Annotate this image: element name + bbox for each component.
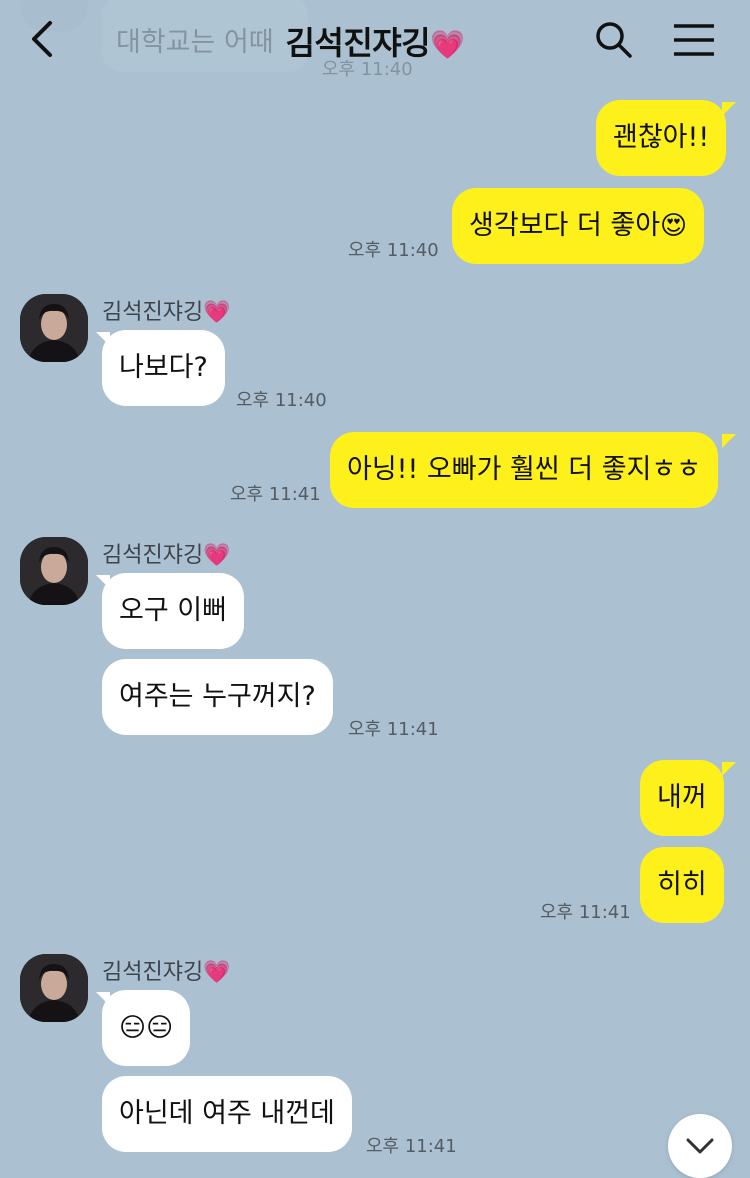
my-message-bubble[interactable]: 아닝!! 오빠가 훨씬 더 좋지ㅎㅎ (330, 432, 719, 508)
profile-photo (20, 537, 88, 605)
my-message-bubble[interactable]: 내꺼 (640, 760, 724, 836)
their-message-bubble[interactable]: 😑😑 (102, 990, 191, 1066)
my-message-bubble[interactable]: 생각보다 더 좋아😍 (452, 188, 705, 264)
their-message-bubble[interactable]: 여주는 누구꺼지? (102, 659, 333, 735)
avatar[interactable] (20, 294, 88, 362)
hamburger-menu-icon (674, 24, 714, 56)
bubble-tail (722, 102, 736, 116)
message-time: 오후 11:41 (348, 719, 439, 740)
message-text: 나보다? (119, 352, 208, 383)
message-text: 아닝!! 오빠가 훨씬 더 좋지ㅎㅎ (347, 454, 702, 485)
scroll-to-bottom-button[interactable] (668, 1114, 732, 1178)
message-time: 오후 11:41 (230, 484, 321, 505)
sender-name-text: 김석진쟈깅 (102, 960, 204, 985)
heart-icon: 💗 (430, 28, 465, 61)
sender-name: 김석진쟈깅💗 (102, 954, 231, 986)
message-time: 오후 11:41 (366, 1136, 457, 1157)
search-button[interactable] (588, 14, 640, 66)
avatar[interactable] (20, 537, 88, 605)
heart-icon: 💗 (203, 300, 231, 325)
message-text-faded: 대학교는 어때 (116, 27, 274, 58)
their-message-bubble[interactable]: 아닌데 여주 내껀데 (102, 1076, 352, 1152)
my-message-bubble[interactable]: 괜찮아!! (596, 100, 727, 176)
heart-icon: 💗 (203, 543, 231, 568)
bubble-tail (722, 762, 736, 776)
chevron-down-icon (686, 1138, 714, 1154)
message-text: 오구 이뻐 (119, 595, 227, 626)
sender-name-text: 김석진쟈깅 (102, 300, 204, 325)
message-time: 오후 11:40 (348, 240, 439, 261)
their-message-bubble[interactable]: 오구 이뻐 (102, 573, 244, 649)
bubble-tail (96, 992, 110, 1006)
heart-icon: 💗 (203, 960, 231, 985)
their-message-bubble[interactable]: 나보다? (102, 330, 225, 406)
sender-name-text: 김석진쟈깅 (102, 543, 204, 568)
heart-eyes-emoji-icon: 😍 (660, 211, 688, 241)
message-time: 오후 11:40 (236, 390, 327, 411)
message-time-faded: 오후 11:40 (322, 59, 413, 80)
message-time: 오후 11:41 (540, 902, 631, 923)
menu-button[interactable] (668, 14, 720, 66)
message-text: 괜찮아!! (613, 122, 710, 153)
bubble-tail (96, 332, 110, 346)
expressionless-emoji-icon: 😑😑 (119, 1013, 174, 1043)
bubble-tail (96, 575, 110, 589)
message-text: 여주는 누구꺼지? (119, 681, 316, 712)
avatar[interactable] (20, 954, 88, 1022)
sender-name: 김석진쟈깅💗 (102, 294, 231, 326)
profile-photo (20, 954, 88, 1022)
message-text: 내꺼 (657, 782, 707, 813)
message-text: 히히 (657, 869, 707, 900)
my-message-bubble[interactable]: 히히 (640, 847, 724, 923)
message-text: 아닌데 여주 내껀데 (119, 1098, 335, 1129)
bubble-tail (722, 434, 736, 448)
sender-name: 김석진쟈깅💗 (102, 537, 231, 569)
search-icon (596, 22, 632, 58)
message-text: 생각보다 더 좋아 (469, 210, 661, 241)
profile-photo (20, 294, 88, 362)
